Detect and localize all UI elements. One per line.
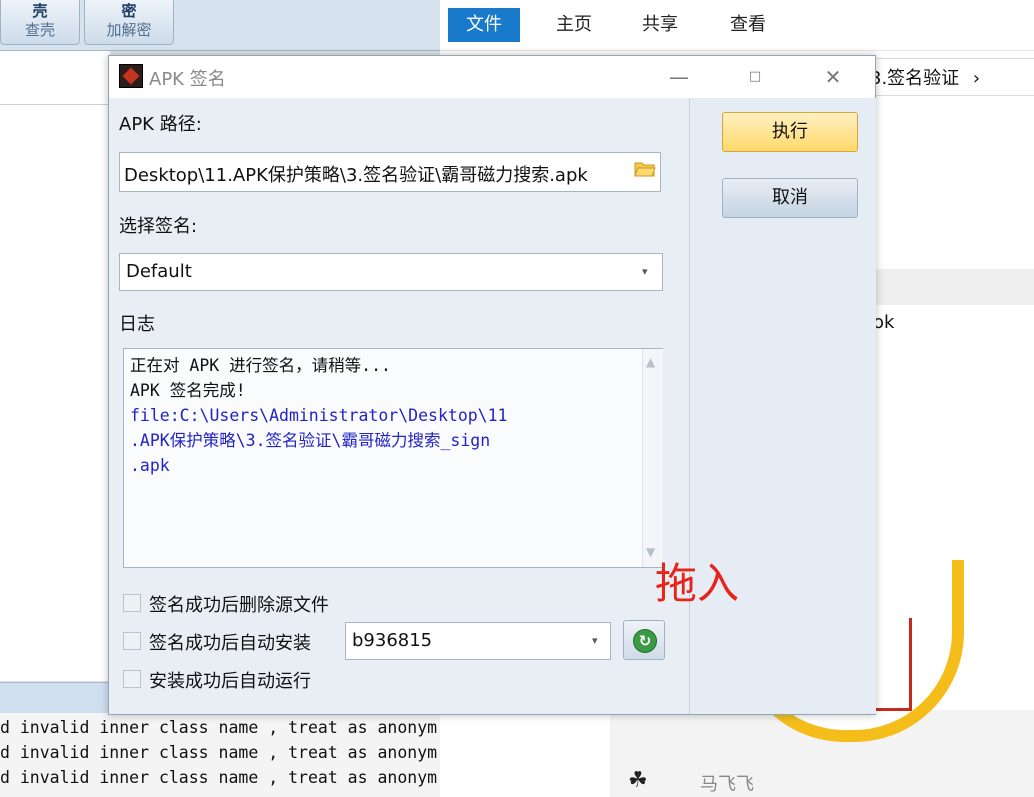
scroll-down-icon[interactable]: ▼ bbox=[646, 545, 655, 559]
refresh-devices-button[interactable]: ↻ bbox=[623, 620, 665, 660]
log-line: APK 签名完成! bbox=[130, 381, 246, 400]
console-line: d invalid inner class name , treat as an… bbox=[0, 743, 438, 762]
apk-sign-dialog: APK 签名 — □ ✕ APK 路径: Desktop\11.APK保护策略\… bbox=[108, 55, 876, 715]
delete-source-label[interactable]: 签名成功后删除源文件 bbox=[149, 591, 329, 617]
cancel-button[interactable]: 取消 bbox=[722, 178, 858, 218]
dialog-content: APK 路径: Desktop\11.APK保护策略\3.签名验证\霸哥磁力搜索… bbox=[109, 98, 689, 714]
apk-path-field[interactable]: Desktop\11.APK保护策略\3.签名验证\霸哥磁力搜索.apk bbox=[119, 152, 661, 192]
explorer-lower-pane bbox=[500, 712, 610, 797]
scroll-up-icon[interactable]: ▲ bbox=[646, 355, 655, 369]
auto-install-checkbox[interactable] bbox=[123, 632, 141, 650]
breadcrumb-item[interactable]: 3.签名验证 bbox=[870, 68, 959, 89]
log-line: file:C:\Users\Administrator\Desktop\11 bbox=[130, 406, 508, 425]
signature-select[interactable]: Default ▾ bbox=[119, 253, 663, 291]
tool-left-pane-divider bbox=[0, 104, 110, 105]
tab-file[interactable]: 文件 bbox=[448, 8, 520, 42]
encrypt-decrypt-button[interactable]: 密 加解密 bbox=[84, 0, 174, 45]
auto-run-label[interactable]: 安装成功后自动运行 bbox=[149, 667, 311, 693]
console-line: d invalid inner class name , treat as an… bbox=[0, 768, 438, 787]
log-textarea[interactable]: 正在对 APK 进行签名，请稍等... APK 签名完成! file:C:\Us… bbox=[123, 348, 663, 568]
console-output: d invalid inner class name , treat as an… bbox=[0, 713, 500, 797]
file-list-header bbox=[873, 269, 1034, 305]
device-select-value: b936815 bbox=[352, 630, 433, 651]
breadcrumb[interactable]: 3.签名验证 › bbox=[870, 64, 980, 90]
minimize-icon[interactable]: — bbox=[661, 62, 697, 92]
tool-left-pane bbox=[0, 51, 110, 681]
log-line: .APK保护策略\3.签名验证\霸哥磁力搜索_sign bbox=[130, 431, 491, 450]
dialog-button-panel: 执行 取消 bbox=[689, 98, 876, 714]
apk-path-label: APK 路径: bbox=[119, 114, 202, 135]
log-label: 日志 bbox=[119, 314, 155, 335]
folder-open-icon[interactable] bbox=[634, 159, 656, 179]
close-icon[interactable]: ✕ bbox=[815, 62, 851, 92]
refresh-arrow-icon: ↻ bbox=[638, 632, 652, 650]
signature-select-value: Default bbox=[126, 261, 192, 282]
device-select[interactable]: b936815 ▾ bbox=[345, 622, 611, 660]
select-sign-label: 选择签名: bbox=[119, 216, 198, 237]
dialog-title: APK 签名 bbox=[149, 69, 226, 90]
tab-view[interactable]: 查看 bbox=[712, 8, 784, 42]
refresh-icon: ↻ bbox=[633, 629, 657, 653]
user-avatar-icon: ☘ bbox=[628, 768, 648, 793]
log-line: 正在对 APK 进行签名，请稍等... bbox=[130, 356, 391, 375]
auto-run-checkbox[interactable] bbox=[123, 670, 141, 688]
app-icon-mark bbox=[122, 67, 140, 85]
maximize-icon[interactable]: □ bbox=[737, 62, 773, 92]
console-line: d invalid inner class name , treat as an… bbox=[0, 718, 438, 737]
app-logo-detail bbox=[872, 618, 912, 711]
shell-icon: 壳 bbox=[32, 2, 48, 20]
app-icon bbox=[119, 64, 143, 88]
execute-button[interactable]: 执行 bbox=[722, 112, 858, 152]
tab-home[interactable]: 主页 bbox=[538, 8, 610, 42]
delete-source-checkbox[interactable] bbox=[123, 594, 141, 612]
check-shell-label: 查壳 bbox=[24, 21, 55, 39]
encrypt-decrypt-label: 加解密 bbox=[106, 21, 152, 39]
dialog-titlebar[interactable]: APK 签名 — □ ✕ bbox=[109, 56, 875, 98]
drag-in-annotation: 拖入 bbox=[655, 559, 740, 608]
chevron-down-icon[interactable]: ▾ bbox=[642, 265, 648, 278]
chevron-right-icon[interactable]: › bbox=[973, 68, 980, 89]
log-scrollbar[interactable]: ▲ ▼ bbox=[642, 349, 663, 567]
log-line: .apk bbox=[130, 456, 170, 475]
file-list-item[interactable]: ok bbox=[873, 312, 894, 333]
apk-path-value[interactable]: Desktop\11.APK保护策略\3.签名验证\霸哥磁力搜索.apk bbox=[124, 161, 632, 187]
chevron-down-icon[interactable]: ▾ bbox=[592, 634, 598, 647]
check-shell-button[interactable]: 壳 查壳 bbox=[0, 0, 80, 45]
auto-install-label[interactable]: 签名成功后自动安装 bbox=[149, 629, 311, 655]
tab-share[interactable]: 共享 bbox=[624, 8, 696, 42]
user-name: 马飞飞 bbox=[700, 774, 754, 795]
lock-icon: 密 bbox=[121, 2, 137, 20]
